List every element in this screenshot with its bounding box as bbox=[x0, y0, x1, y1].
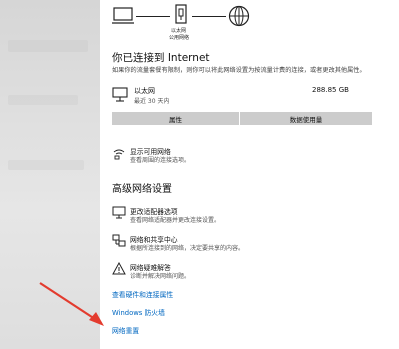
connection-line bbox=[192, 16, 226, 17]
connection-status-description: 如果你的流量套餐有限制，则你可以将此网络设置为按流量计费的连接，或者更改其他属性… bbox=[112, 67, 366, 74]
globe-icon bbox=[228, 5, 250, 27]
adapter-monitor-icon bbox=[112, 206, 126, 219]
network-profile-label: 公用网络 bbox=[169, 35, 190, 41]
show-available-networks[interactable]: 显示可用网络 查看周围的连接选项。 bbox=[112, 146, 372, 164]
setting-description: 查看网络适配器并更改连接设置。 bbox=[130, 217, 221, 224]
adapter-name: 以太网 bbox=[134, 87, 155, 95]
nav-item-blurred bbox=[8, 160, 84, 170]
connection-status-title: 你已连接到 Internet bbox=[112, 52, 210, 64]
adapter-data-usage: 288.85 GB bbox=[312, 86, 349, 94]
network-sharing-center[interactable]: 网络和共享中心 根据所连接到的网络，决定要共享的内容。 bbox=[112, 234, 372, 252]
network-troubleshooter[interactable]: 网络疑难解答 诊断并解决网络问题。 bbox=[112, 262, 372, 280]
setting-description: 查看周围的连接选项。 bbox=[130, 157, 191, 164]
network-reset-link[interactable]: 网络重置 bbox=[112, 325, 139, 335]
network-list-icon bbox=[113, 149, 125, 160]
data-usage-button[interactable]: 数据使用量 bbox=[240, 112, 372, 125]
network-name-label: 以太网 bbox=[171, 28, 187, 34]
nav-item-blurred bbox=[8, 40, 88, 52]
nav-item-blurred bbox=[8, 95, 78, 105]
windows-firewall-link[interactable]: Windows 防火墙 bbox=[112, 307, 165, 317]
ethernet-icon bbox=[175, 4, 187, 24]
network-status-page: 以太网 公用网络 你已连接到 Internet 如果你的流量套餐有限制，则你可以… bbox=[100, 0, 399, 349]
setting-description: 根据所连接到的网络，决定要共享的内容。 bbox=[130, 245, 245, 252]
connection-diagram: 以太网 公用网络 bbox=[112, 4, 252, 44]
hardware-properties-link[interactable]: 查看硬件和连接属性 bbox=[112, 289, 173, 299]
ethernet-adapter-icon bbox=[112, 87, 128, 102]
warning-icon bbox=[112, 262, 126, 275]
adapter-period: 最近 30 天内 bbox=[134, 98, 170, 105]
sharing-center-icon bbox=[112, 234, 126, 247]
setting-description: 诊断并解决网络问题。 bbox=[130, 273, 191, 280]
advanced-settings-heading: 高级网络设置 bbox=[112, 184, 172, 195]
connection-line bbox=[136, 16, 170, 17]
computer-icon bbox=[112, 7, 134, 24]
settings-nav-pane bbox=[0, 0, 100, 349]
change-adapter-options[interactable]: 更改适配器选项 查看网络适配器并更改连接设置。 bbox=[112, 206, 372, 224]
adapter-usage-row: 以太网 最近 30 天内 288.85 GB bbox=[112, 86, 349, 106]
properties-button[interactable]: 属性 bbox=[112, 112, 239, 125]
